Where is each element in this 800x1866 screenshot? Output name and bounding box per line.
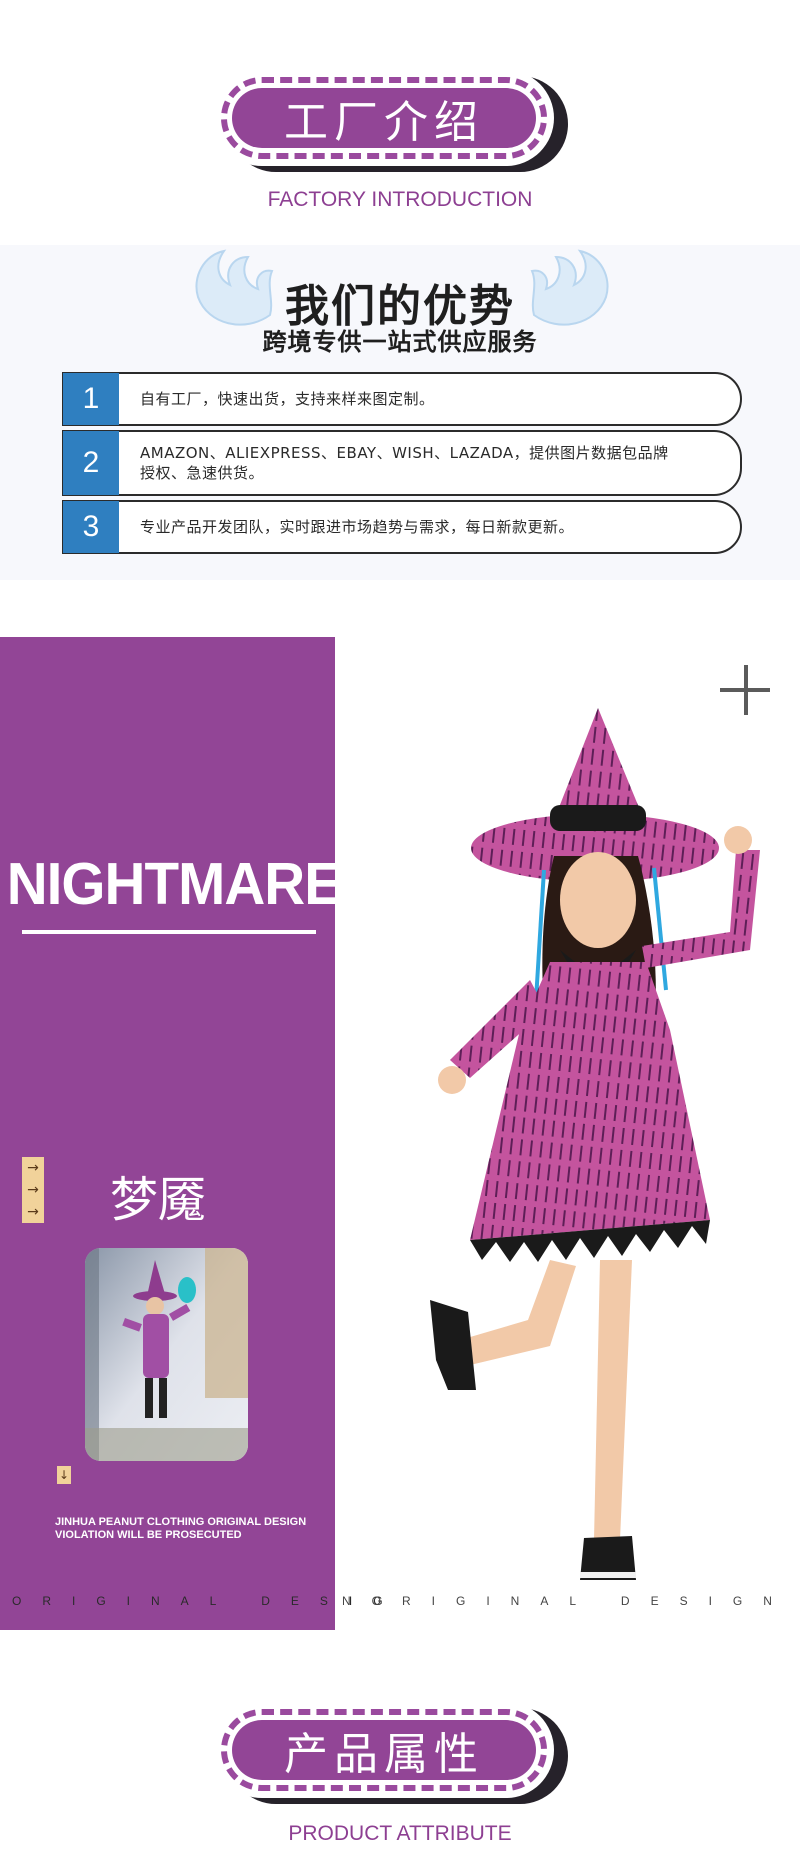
advantage-text: AMAZON、ALIEXPRESS、EBAY、WISH、LAZADA，提供图片数… bbox=[140, 444, 669, 482]
product-name-en: NIGHTMARE bbox=[6, 851, 342, 917]
product-photo bbox=[430, 708, 760, 1580]
factory-banner: 工厂介绍 bbox=[214, 70, 568, 174]
attribute-title: 产品属性 bbox=[232, 1720, 536, 1780]
advantage-text: 专业产品开发团队，实时跟进市场趋势与需求，每日新款更新。 bbox=[140, 518, 575, 536]
down-arrow-icon: ↓ bbox=[57, 1466, 71, 1484]
product-name-cn: 梦魇 bbox=[110, 1172, 207, 1228]
arrow-tag: → → → bbox=[22, 1157, 44, 1223]
factory-subtitle: FACTORY INTRODUCTION bbox=[267, 188, 533, 211]
advantage-row: 1 自有工厂，快速出货，支持来样来图定制。 bbox=[62, 372, 742, 426]
product-thumbnail bbox=[85, 1248, 248, 1461]
attribute-subtitle: PRODUCT ATTRIBUTE bbox=[288, 1822, 512, 1845]
advantage-number: 2 bbox=[63, 431, 119, 495]
advantage-row: 2 AMAZON、ALIEXPRESS、EBAY、WISH、LAZADA，提供图… bbox=[62, 430, 742, 496]
right-arrow-icon: → bbox=[27, 1160, 39, 1176]
factory-title: 工厂介绍 bbox=[232, 88, 536, 148]
copyright-line-1: JINHUA PEANUT CLOTHING ORIGINAL DESIGN bbox=[55, 1516, 307, 1528]
advantage-row: 3 专业产品开发团队，实时跟进市场趋势与需求，每日新款更新。 bbox=[62, 500, 742, 554]
right-arrow-icon: → bbox=[27, 1204, 39, 1220]
advantage-text: 自有工厂，快速出货，支持来样来图定制。 bbox=[140, 390, 435, 408]
original-design-strip: ORIGINAL DESIG NORIGINAL DESIGN bbox=[0, 1594, 800, 1608]
copyright-notice: JINHUA PEANUT CLOTHING ORIGINAL DESIGN V… bbox=[55, 1516, 345, 1542]
strip-text-right: NORIGINAL DESIGN bbox=[342, 1594, 793, 1608]
copyright-line-2: VIOLATION WILL BE PROSECUTED bbox=[55, 1529, 242, 1541]
advantage-number: 1 bbox=[63, 373, 119, 425]
right-arrow-icon: → bbox=[27, 1182, 39, 1198]
title-underline bbox=[22, 930, 316, 934]
attribute-banner: 产品属性 bbox=[214, 1702, 568, 1806]
advantage-number: 3 bbox=[63, 501, 119, 553]
advantages-subtitle: 跨境专供一站式供应服务 bbox=[262, 328, 538, 356]
advantages-list: 1 自有工厂，快速出货，支持来样来图定制。 2 AMAZON、ALIEXPRES… bbox=[62, 372, 742, 558]
product-panel bbox=[0, 637, 335, 1630]
